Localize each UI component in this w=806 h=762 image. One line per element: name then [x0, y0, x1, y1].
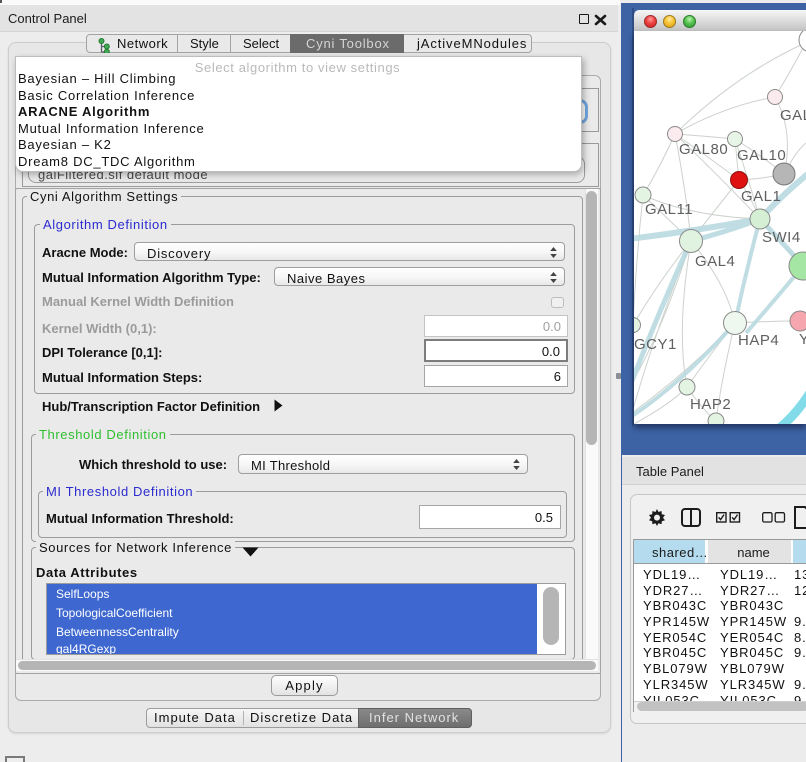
svg-text:SWI4: SWI4 — [762, 229, 801, 246]
svg-text:GAL10: GAL10 — [737, 147, 786, 164]
svg-text:Y: Y — [799, 331, 806, 348]
svg-text:GAL7: GAL7 — [780, 107, 806, 124]
svg-text:HAP4: HAP4 — [738, 332, 779, 349]
svg-text:GAL1: GAL1 — [741, 188, 781, 205]
svg-text:HAP2: HAP2 — [690, 396, 731, 413]
svg-text:GAL80: GAL80 — [679, 141, 728, 158]
svg-text:GCY1: GCY1 — [634, 336, 677, 353]
svg-text:GAL4: GAL4 — [695, 253, 735, 270]
svg-text:GAL11: GAL11 — [645, 201, 693, 218]
